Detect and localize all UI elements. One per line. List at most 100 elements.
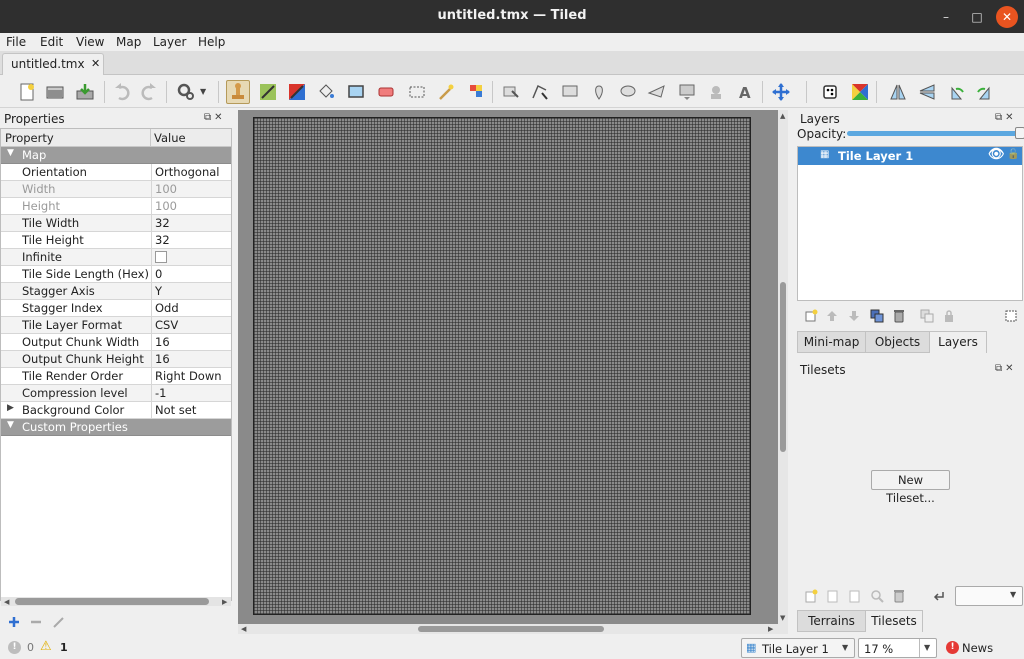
new-layer-icon[interactable] — [803, 308, 819, 324]
property-value[interactable]: 32 — [151, 215, 231, 231]
error-icon[interactable]: ! — [8, 641, 21, 654]
commands-icon[interactable] — [174, 80, 198, 104]
edit-polygons-icon[interactable] — [528, 80, 552, 104]
insert-rectangle-icon[interactable] — [558, 80, 582, 104]
lock-icon[interactable]: 🔓 — [1007, 149, 1019, 160]
property-row[interactable]: Infinite — [1, 249, 231, 266]
tab-terrains[interactable]: Terrains — [797, 610, 866, 632]
collapse-arrow-icon[interactable]: ▼ — [7, 148, 14, 158]
menu-help[interactable]: Help — [198, 35, 225, 49]
move-icon[interactable] — [769, 80, 793, 104]
tab-objects[interactable]: Objects — [865, 331, 930, 353]
embed-tileset-icon[interactable] — [825, 588, 841, 604]
duplicate-layer-icon[interactable] — [869, 308, 885, 324]
property-value[interactable]: -1 — [151, 385, 231, 401]
edit-tileset-icon[interactable] — [869, 588, 885, 604]
eraser-icon[interactable] — [374, 80, 398, 104]
menu-file[interactable]: File — [6, 35, 26, 49]
delete-layer-icon[interactable] — [891, 308, 907, 324]
insert-polygon-icon[interactable] — [645, 80, 669, 104]
tab-layers[interactable]: Layers — [929, 331, 987, 353]
remove-tileset-icon[interactable] — [891, 588, 907, 604]
maximize-button[interactable]: □ — [966, 6, 988, 28]
property-value[interactable]: 32 — [151, 232, 231, 248]
properties-dock-buttons[interactable]: ⧉✕ — [204, 112, 226, 123]
infinite-checkbox[interactable] — [155, 251, 167, 263]
map-horizontal-scrollbar[interactable]: ◀ ▶ — [238, 624, 788, 634]
redo-icon[interactable] — [137, 80, 161, 104]
group-map[interactable]: ▼ Map — [1, 147, 231, 164]
random-mode-icon[interactable] — [818, 80, 842, 104]
add-property-icon[interactable] — [6, 614, 22, 630]
property-checkbox[interactable] — [151, 249, 231, 265]
property-value[interactable]: 100 — [151, 181, 231, 197]
insert-template-icon[interactable] — [704, 80, 728, 104]
group-custom-properties[interactable]: ▼ Custom Properties — [1, 419, 231, 436]
news-button[interactable]: News — [962, 641, 993, 655]
property-row[interactable]: ▶ Background Color Not set — [1, 402, 231, 419]
shape-fill-icon[interactable] — [344, 80, 368, 104]
property-row[interactable]: Orientation Orthogonal — [1, 164, 231, 181]
rotate-left-icon[interactable] — [944, 80, 968, 104]
property-value[interactable]: Not set — [151, 402, 231, 418]
expand-arrow-icon[interactable]: ▶ — [7, 403, 14, 413]
map-view[interactable]: ▲ ▼ ◀ ▶ — [238, 110, 788, 634]
property-value[interactable]: 16 — [151, 334, 231, 350]
column-header-property[interactable]: Property — [5, 131, 54, 145]
insert-point-icon[interactable] — [587, 80, 611, 104]
property-value[interactable]: 0 — [151, 266, 231, 282]
bucket-fill-icon[interactable] — [314, 80, 338, 104]
layers-dock-buttons[interactable]: ⧉✕ — [995, 112, 1017, 123]
insert-ellipse-icon[interactable] — [616, 80, 640, 104]
rename-property-icon[interactable] — [51, 614, 67, 630]
select-same-tile-icon[interactable] — [464, 80, 488, 104]
export-tileset-icon[interactable] — [847, 588, 863, 604]
layer-item[interactable]: ▦ Tile Layer 1 👁 🔓 — [798, 147, 1022, 165]
tilesets-dock-buttons[interactable]: ⧉✕ — [995, 363, 1017, 374]
open-file-icon[interactable] — [43, 80, 67, 104]
visibility-eye-icon[interactable]: 👁 — [988, 147, 1005, 162]
wang-fill-mode-icon[interactable] — [848, 80, 872, 104]
property-row[interactable]: Stagger Axis Y — [1, 283, 231, 300]
warning-icon[interactable]: ⚠ — [40, 639, 52, 654]
tile-map-canvas[interactable] — [253, 117, 751, 615]
rectangular-select-icon[interactable] — [405, 80, 429, 104]
property-row[interactable]: Width 100 — [1, 181, 231, 198]
flip-horizontal-icon[interactable] — [886, 80, 910, 104]
close-tab-icon[interactable]: ✕ — [91, 57, 100, 70]
properties-horizontal-scrollbar[interactable]: ◀ ▶ — [1, 597, 231, 606]
magic-wand-icon[interactable] — [434, 80, 458, 104]
zoom-combo[interactable]: 17 % ▼ — [858, 638, 937, 658]
property-value[interactable]: 100 — [151, 198, 231, 214]
tab-mini-map[interactable]: Mini-map — [797, 331, 866, 353]
new-tileset-icon[interactable] — [803, 588, 819, 604]
property-row[interactable]: Tile Layer Format CSV — [1, 317, 231, 334]
remove-property-icon[interactable] — [28, 614, 44, 630]
minimize-button[interactable]: – — [935, 6, 957, 28]
insert-text-icon[interactable]: A — [733, 80, 757, 104]
menu-layer[interactable]: Layer — [153, 35, 186, 49]
property-row[interactable]: Output Chunk Width 16 — [1, 334, 231, 351]
menu-view[interactable]: View — [76, 35, 104, 49]
property-row[interactable]: Height 100 — [1, 198, 231, 215]
lock-layer-icon[interactable] — [941, 308, 957, 324]
merge-layer-icon[interactable] — [919, 308, 935, 324]
opacity-slider-handle[interactable] — [1015, 127, 1024, 139]
property-row[interactable]: Tile Width 32 — [1, 215, 231, 232]
highlight-layer-icon[interactable] — [1003, 308, 1019, 324]
stamp-brush-icon[interactable] — [226, 80, 250, 104]
property-row[interactable]: Tile Side Length (Hex) 0 — [1, 266, 231, 283]
property-value[interactable]: Odd — [151, 300, 231, 316]
save-file-icon[interactable] — [73, 80, 97, 104]
document-tab[interactable]: untitled.tmx ✕ — [2, 53, 104, 75]
insert-tile-icon[interactable] — [675, 80, 699, 104]
close-window-button[interactable]: ✕ — [996, 6, 1018, 28]
property-value[interactable]: CSV — [151, 317, 231, 333]
rotate-right-icon[interactable] — [973, 80, 997, 104]
terrain-brush-icon[interactable] — [256, 80, 280, 104]
menu-map[interactable]: Map — [116, 35, 141, 49]
new-file-icon[interactable] — [15, 80, 39, 104]
property-value[interactable]: Y — [151, 283, 231, 299]
dynamic-wrapping-icon[interactable] — [931, 588, 947, 604]
flip-vertical-icon[interactable] — [915, 80, 939, 104]
